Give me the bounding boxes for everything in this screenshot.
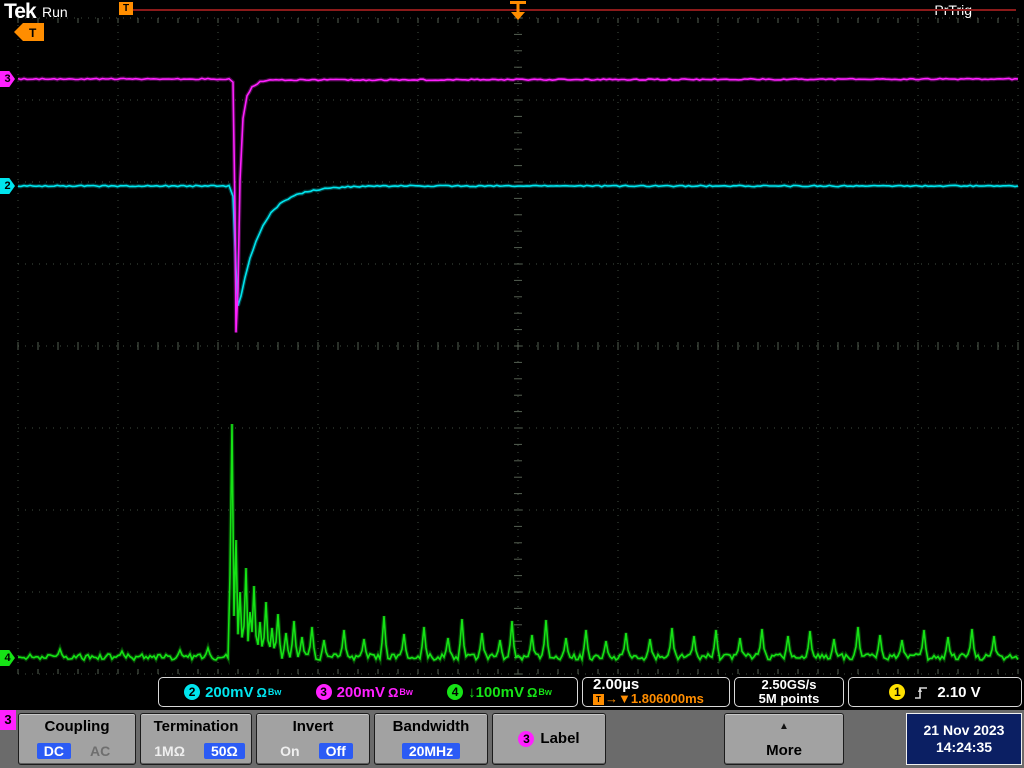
active-channel-tab: 3 [0, 710, 16, 730]
delay-arrow: → [605, 691, 618, 706]
ch3-impedance: Ω [387, 684, 399, 700]
ch2-scale: 200mV [205, 683, 254, 701]
trigger-delay-readout: T → ▼ 1.806000ms [593, 692, 704, 706]
trace-ch2 [17, 184, 1019, 306]
record-length: 5M points [758, 691, 820, 706]
ch2-impedance: Ω [256, 684, 267, 700]
channel-badge-ch4[interactable]: 4 [0, 650, 15, 666]
invert-off-option[interactable]: Off [318, 743, 353, 759]
channel-readouts-box: 2 200mV Ω Bw 3 200mV Ω Bw 4 ↓100mV Ω Bw [158, 677, 578, 707]
coupling-button[interactable]: Coupling DC AC [18, 713, 136, 765]
more-title: More [766, 742, 802, 759]
ch2-readout: 2 200mV Ω Bw [184, 684, 281, 701]
expansion-point-icon [510, 1, 526, 20]
offscreen-trigger-icon: T [14, 23, 44, 41]
tek-logo: Tek [4, 0, 37, 23]
bandwidth-20mhz-option[interactable]: 20MHz [401, 743, 461, 759]
ch4-impedance: Ω [526, 684, 538, 700]
ch2-badge: 2 [184, 684, 201, 700]
ch3-badge: 3 [315, 684, 332, 700]
delay-value: 1.806000ms [630, 691, 704, 706]
channel-badge-ch2[interactable]: 2 [0, 178, 15, 194]
time-text: 14:24:35 [935, 739, 993, 755]
more-button[interactable]: ▲ More [724, 713, 844, 765]
sample-rate: 2.50GS/s [761, 677, 817, 692]
ch4-badge: 4 [447, 684, 464, 700]
record-view-bar [133, 9, 1016, 11]
ch3-readout: 3 200mV Ω Bw [315, 683, 413, 701]
trace-glow-ch3 [17, 76, 1019, 333]
coupling-dc-option[interactable]: DC [36, 743, 71, 759]
trigger-source-badge: 1 [889, 684, 906, 700]
ch2-bandwidth-flag: Bw [267, 687, 282, 697]
delay-trigger-icon: T [593, 693, 604, 705]
ch3-scale: 200mV [336, 683, 385, 701]
acquisition-readout-box: 2.50GS/s 5M points [734, 677, 844, 707]
timebase-scale: 2.00µs [593, 676, 640, 693]
chevron-up-icon: ▲ [779, 721, 789, 732]
label-channel-badge: 3 [518, 730, 535, 747]
bandwidth-button[interactable]: Bandwidth 20MHz [374, 713, 488, 765]
coupling-ac-option[interactable]: AC [83, 743, 117, 759]
ch4-scale: ↓100mV [468, 683, 524, 701]
termination-button[interactable]: Termination 1MΩ 50Ω [140, 713, 252, 765]
termination-title: Termination [153, 718, 239, 735]
acquisition-status: Run [42, 4, 68, 20]
offscreen-trigger-label: T [29, 26, 37, 40]
trigger-readout-box: 1 2.10 V [848, 677, 1022, 707]
datetime-display: 21 Nov 2023 14:24:35 [906, 713, 1022, 765]
ch3-bandwidth-flag: Bw [399, 687, 413, 697]
trace-ch3 [17, 77, 1019, 333]
invert-button[interactable]: Invert On Off [256, 713, 370, 765]
label-title: Label [540, 730, 580, 747]
invert-title: Invert [292, 718, 334, 735]
label-button[interactable]: 3 Label [492, 713, 606, 765]
termination-1mohm-option[interactable]: 1MΩ [147, 743, 192, 759]
record-trigger-marker: T [119, 2, 133, 15]
termination-50ohm-option[interactable]: 50Ω [203, 743, 245, 759]
trace-glow-ch2 [17, 182, 1019, 307]
coupling-title: Coupling [44, 718, 110, 735]
graticule-ticks [17, 17, 1019, 675]
bandwidth-title: Bandwidth [392, 718, 470, 735]
ch4-bandwidth-flag: Bw [538, 687, 552, 697]
scope-canvas [17, 17, 1020, 675]
date-text: 21 Nov 2023 [923, 722, 1005, 738]
timebase-readout-box: 2.00µs T → ▼ 1.806000ms [582, 677, 730, 707]
trace-ch4 [17, 423, 1019, 663]
rising-edge-icon [915, 686, 928, 699]
delay-marker-icon: ▼ [618, 691, 631, 706]
invert-on-option[interactable]: On [273, 743, 306, 759]
channel-badge-ch3[interactable]: 3 [0, 71, 15, 87]
trace-glow-ch4 [17, 423, 1020, 667]
graticule-grid [17, 17, 1019, 675]
oscilloscope-screen: Tek Run PrTrig T T 3 2 4 2 200mV Ω Bw 3 … [0, 0, 1024, 768]
ch4-readout: 4 ↓100mV Ω Bw [447, 684, 552, 701]
trigger-level: 2.10 V [937, 683, 981, 701]
